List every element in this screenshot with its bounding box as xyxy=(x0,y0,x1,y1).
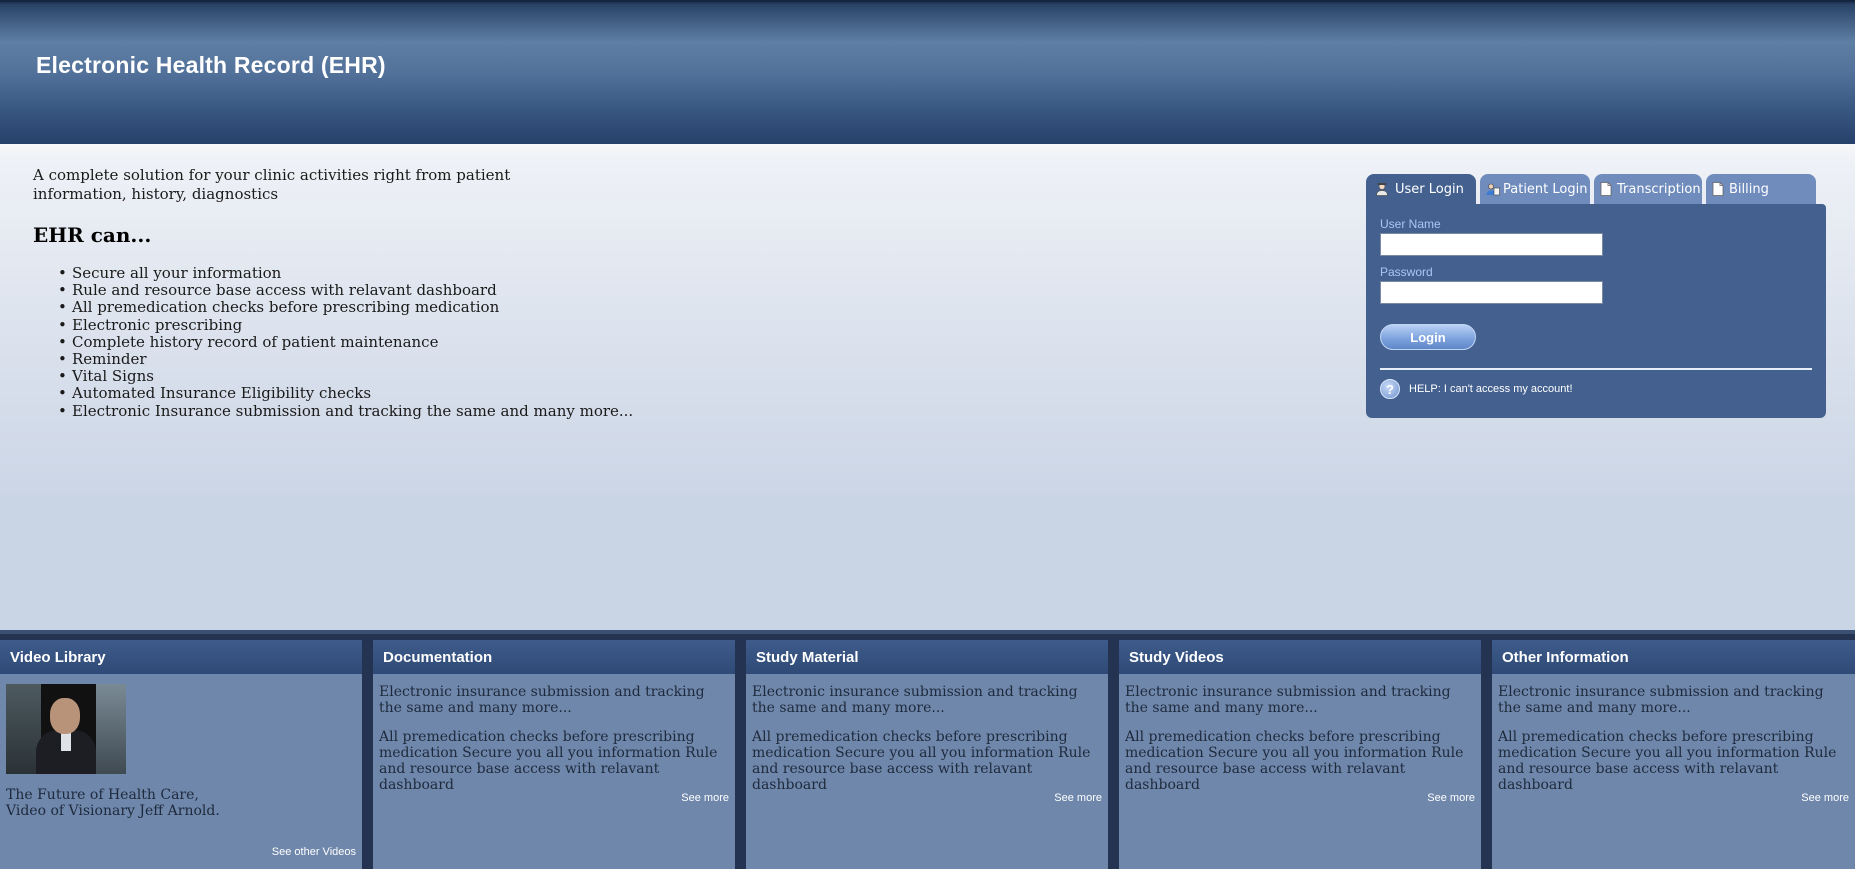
panel-body: Electronic insurance submission and trac… xyxy=(1492,674,1855,804)
document-icon xyxy=(1712,182,1726,196)
tab-transcription[interactable]: Transcription xyxy=(1594,174,1702,204)
documentation-panel: Documentation Electronic insurance submi… xyxy=(373,640,735,869)
divider xyxy=(1380,368,1812,370)
tab-label: Transcription xyxy=(1617,181,1701,197)
username-field[interactable] xyxy=(1380,233,1603,256)
page-title: Electronic Health Record (EHR) xyxy=(36,52,386,78)
panel-title: Other Information xyxy=(1492,640,1855,674)
panel-paragraph: All premedication checks before prescrib… xyxy=(752,729,1091,793)
login-button[interactable]: Login xyxy=(1380,324,1476,350)
panel-paragraph: Electronic insurance submission and trac… xyxy=(1498,684,1824,716)
panel-body: Electronic insurance submission and trac… xyxy=(1119,674,1481,804)
feature-item: Electronic prescribing xyxy=(58,316,633,334)
tab-label: Billing xyxy=(1729,181,1769,197)
help-icon: ? xyxy=(1380,379,1400,399)
video-thumbnail[interactable] xyxy=(6,684,126,774)
panel-title: Study Material xyxy=(746,640,1108,674)
patient-icon xyxy=(1486,182,1500,196)
login-panel: User Name Password Login ? HELP: I can't… xyxy=(1366,204,1826,418)
panel-paragraph: All premedication checks before prescrib… xyxy=(1125,729,1464,793)
see-more-link[interactable]: See more xyxy=(1427,790,1475,806)
panel-paragraph: Electronic insurance submission and trac… xyxy=(752,684,1078,716)
video-caption-line1: The Future of Health Care, xyxy=(6,787,199,803)
features-heading: EHR can... xyxy=(33,223,152,247)
panel-paragraph: Electronic insurance submission and trac… xyxy=(1125,684,1451,716)
tab-user-login[interactable]: User Login xyxy=(1366,174,1476,204)
other-information-panel: Other Information Electronic insurance s… xyxy=(1492,640,1855,869)
feature-item: All premedication checks before prescrib… xyxy=(58,299,633,317)
see-more-link[interactable]: See more xyxy=(1801,790,1849,806)
divider xyxy=(0,630,1855,634)
feature-item: Electronic Insurance submission and trac… xyxy=(58,402,633,420)
user-icon xyxy=(1375,182,1389,196)
help-link[interactable]: ? HELP: I can't access my account! xyxy=(1380,379,1573,399)
panel-paragraph: All premedication checks before prescrib… xyxy=(379,729,718,793)
password-label: Password xyxy=(1380,265,1433,279)
panel-paragraph: All premedication checks before prescrib… xyxy=(1498,729,1837,793)
see-more-link[interactable]: See more xyxy=(1054,790,1102,806)
tab-label: Patient Login xyxy=(1503,181,1588,197)
panel-title: Video Library xyxy=(0,640,362,674)
panel-title: Documentation xyxy=(373,640,735,674)
panel-paragraph: Electronic insurance submission and trac… xyxy=(379,684,705,716)
feature-item: Rule and resource base access with relav… xyxy=(58,282,633,300)
panel-body: Electronic insurance submission and trac… xyxy=(373,674,735,804)
feature-item: Vital Signs xyxy=(58,368,633,386)
study-material-panel: Study Material Electronic insurance subm… xyxy=(746,640,1108,869)
tab-patient-login[interactable]: Patient Login xyxy=(1480,174,1590,204)
video-library-panel: Video Library The Future of Health Care,… xyxy=(0,640,362,869)
tab-billing[interactable]: Billing xyxy=(1706,174,1816,204)
see-other-videos-link[interactable]: See other Videos xyxy=(272,844,356,860)
help-text: HELP: I can't access my account! xyxy=(1409,383,1573,395)
footer-panels: Video Library The Future of Health Care,… xyxy=(0,630,1855,869)
username-label: User Name xyxy=(1380,217,1441,231)
tab-label: User Login xyxy=(1395,181,1464,197)
panel-body: The Future of Health Care, Video of Visi… xyxy=(0,674,362,858)
feature-item: Secure all your information xyxy=(58,264,633,282)
feature-item: Reminder xyxy=(58,350,633,368)
panel-body: Electronic insurance submission and trac… xyxy=(746,674,1108,804)
password-field[interactable] xyxy=(1380,281,1603,304)
panel-title: Study Videos xyxy=(1119,640,1481,674)
document-icon xyxy=(1600,182,1614,196)
video-caption-line2: Video of Visionary Jeff Arnold. xyxy=(6,803,220,819)
feature-item: Automated Insurance Eligibility checks xyxy=(58,385,633,403)
page-header: Electronic Health Record (EHR) xyxy=(0,0,1855,144)
intro-text: A complete solution for your clinic acti… xyxy=(33,166,511,203)
see-more-link[interactable]: See more xyxy=(681,790,729,806)
study-videos-panel: Study Videos Electronic insurance submis… xyxy=(1119,640,1481,869)
features-list: Secure all your information Rule and res… xyxy=(58,264,633,420)
feature-item: Complete history record of patient maint… xyxy=(58,333,633,351)
